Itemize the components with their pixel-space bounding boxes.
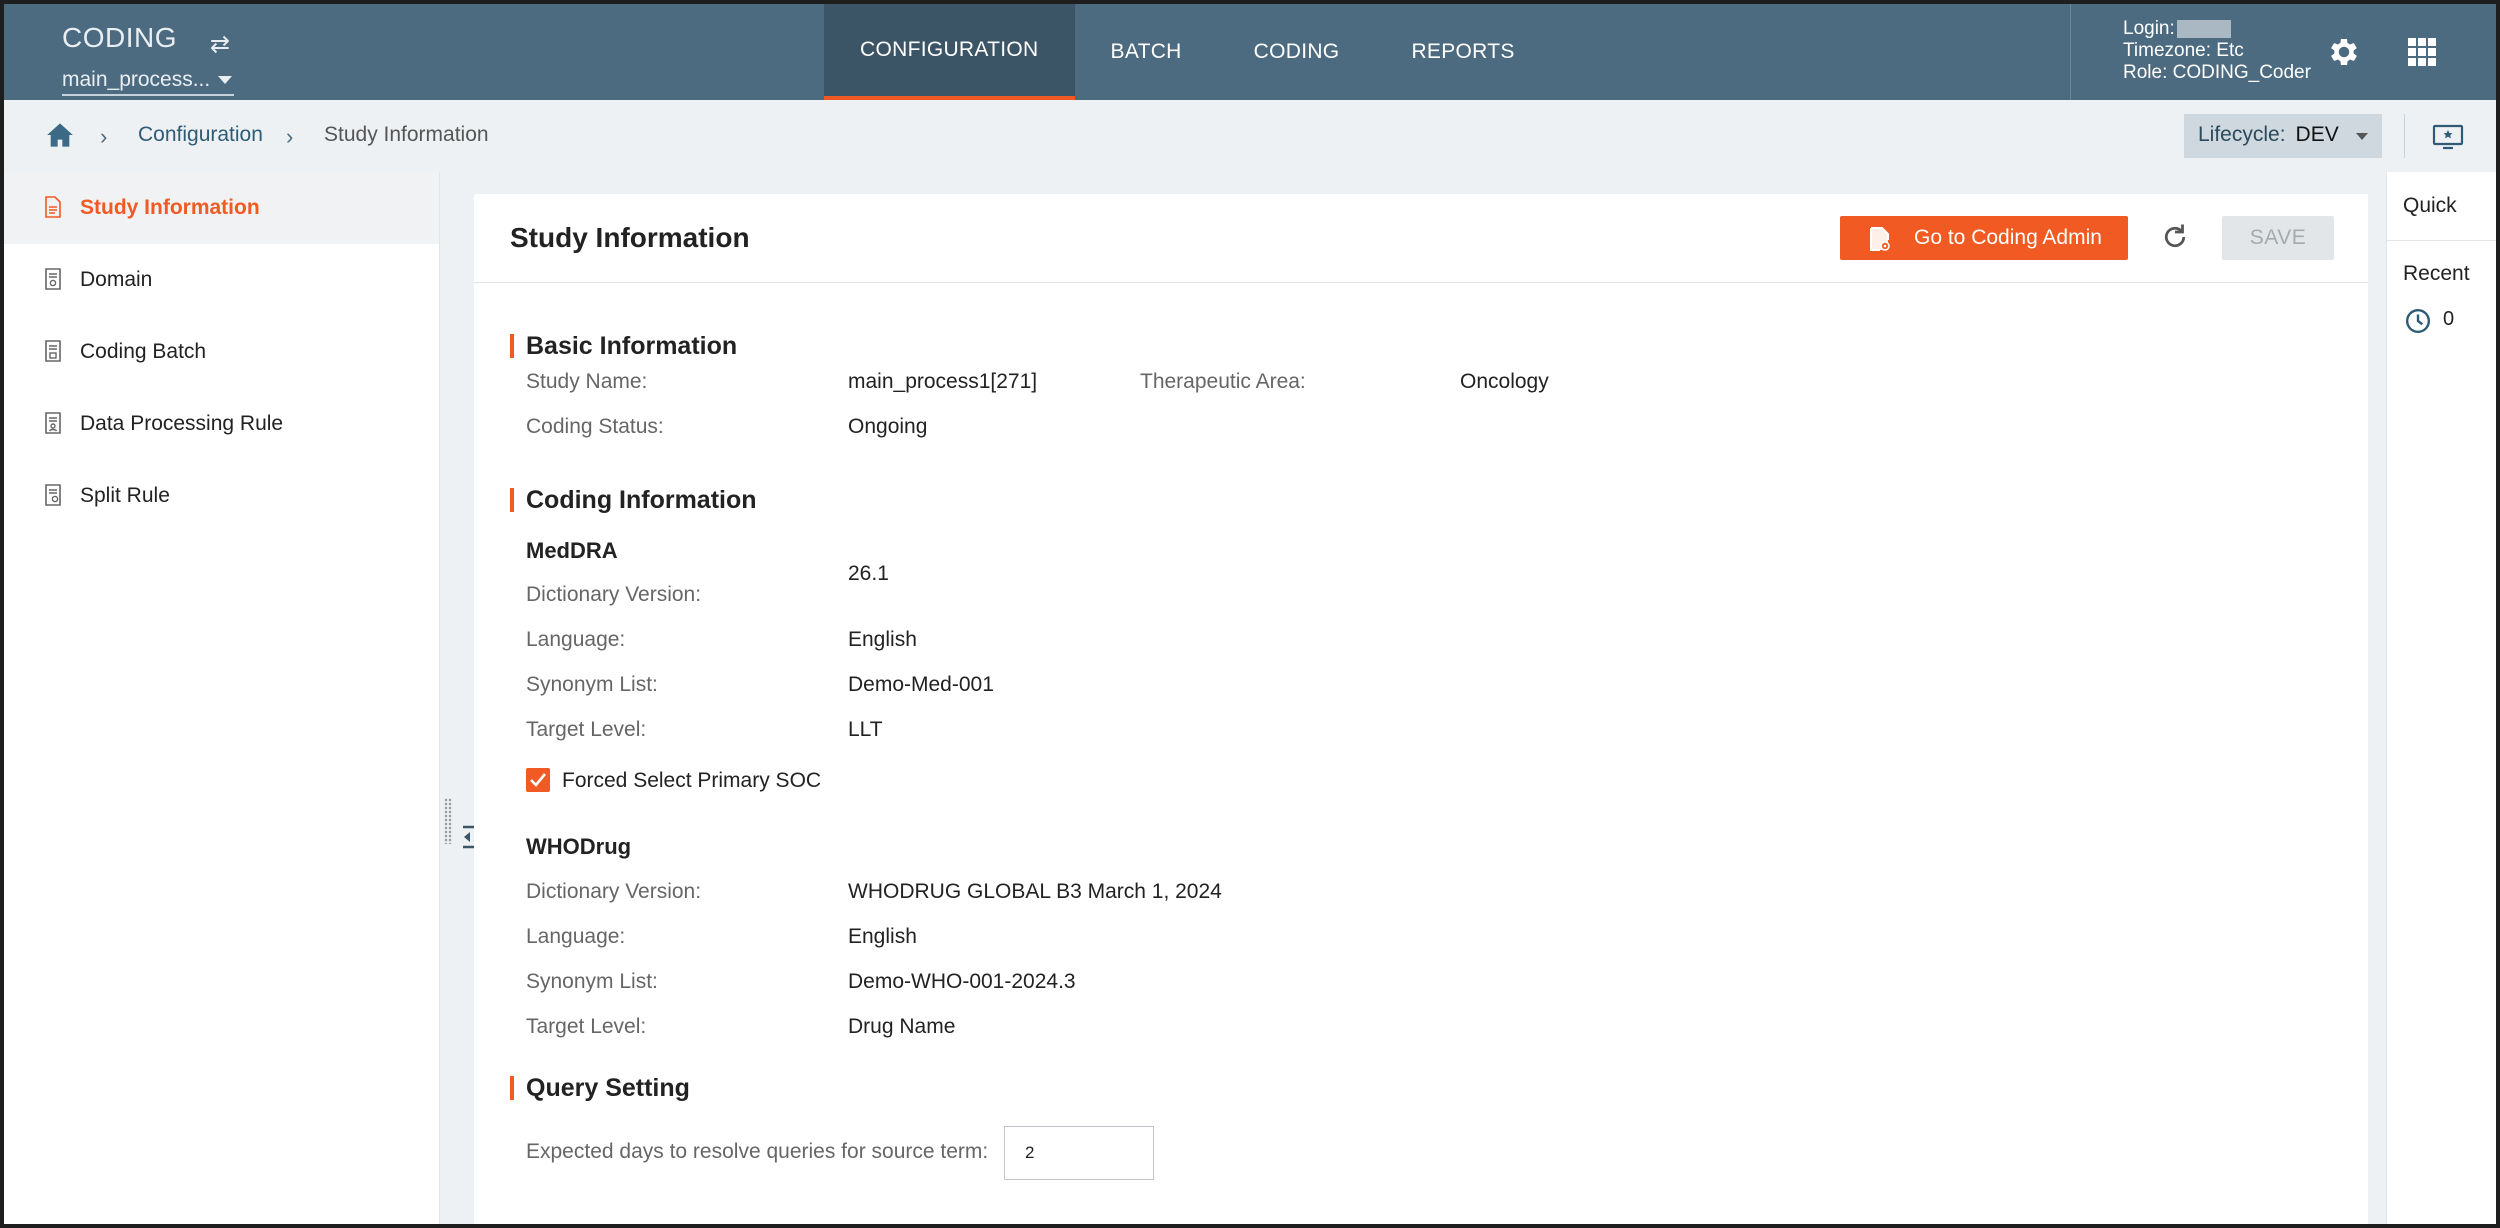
- nav-configuration[interactable]: CONFIGURATION: [824, 4, 1075, 100]
- whodrug-language-label: Language:: [526, 925, 626, 948]
- app-window: CODING ⇄ main_process... CONFIGURATION B…: [0, 0, 2500, 1228]
- meddra-dictionary-version-value: 26.1: [848, 562, 889, 585]
- lifecycle-label: Lifecycle:: [2198, 123, 2286, 146]
- whodrug-heading: WHODrug: [526, 834, 632, 859]
- caret-down-icon: [218, 76, 233, 85]
- checkmark-icon: [530, 773, 547, 787]
- meddra-target-level-label: Target Level:: [526, 718, 647, 741]
- divider: [2387, 240, 2496, 241]
- go-to-coding-admin-label: Go to Coding Admin: [1914, 226, 2102, 249]
- meddra-language-value: English: [848, 628, 917, 651]
- sidebar-item-coding-batch[interactable]: Coding Batch: [4, 316, 439, 388]
- document-search-icon: [45, 268, 61, 290]
- refresh-icon[interactable]: [2160, 222, 2190, 252]
- swap-icon[interactable]: ⇄: [210, 30, 230, 59]
- divider: [2404, 114, 2405, 158]
- whodrug-dictionary-version-value: WHODRUG GLOBAL B3 March 1, 2024: [848, 880, 1222, 903]
- app-switcher: CODING ⇄ main_process...: [62, 22, 234, 96]
- sidebar-item-label: Split Rule: [80, 484, 170, 507]
- top-bar: CODING ⇄ main_process... CONFIGURATION B…: [4, 4, 2496, 100]
- save-button[interactable]: SAVE: [2222, 216, 2334, 260]
- main-nav: CONFIGURATION BATCH CODING REPORTS: [824, 4, 1551, 100]
- nav-batch[interactable]: BATCH: [1075, 4, 1218, 100]
- chevron-right-icon: ›: [286, 124, 294, 149]
- whodrug-language-value: English: [848, 925, 917, 948]
- coding-status-value: Ongoing: [848, 415, 928, 438]
- quick-label[interactable]: Quick: [2403, 194, 2457, 218]
- section-title-basic-information: Basic Information: [510, 334, 737, 359]
- recent-label[interactable]: Recent: [2403, 262, 2470, 286]
- monitor-icon[interactable]: [2432, 124, 2464, 150]
- document-settings-icon: [45, 484, 61, 506]
- gear-icon[interactable]: [2326, 34, 2362, 70]
- lifecycle-value: DEV: [2295, 123, 2339, 146]
- page-title: Study Information: [510, 222, 750, 253]
- sidebar-item-domain[interactable]: Domain: [4, 244, 439, 316]
- whodrug-synonym-list-value: Demo-WHO-001-2024.3: [848, 970, 1076, 993]
- caret-down-icon: [2356, 133, 2368, 140]
- quick-panel: Quick Recent 0: [2386, 172, 2496, 1224]
- login-label: Login:: [2123, 18, 2175, 39]
- apps-grid-icon[interactable]: [2408, 38, 2436, 66]
- divider: [474, 282, 2368, 283]
- forced-select-primary-soc-checkbox[interactable]: [526, 768, 550, 792]
- sidebar-item-label: Study Information: [80, 196, 260, 219]
- sidebar-item-label: Coding Batch: [80, 340, 207, 363]
- study-information-panel: Study Information Go to Coding Admin SAV…: [474, 194, 2368, 1224]
- expected-days-input[interactable]: [1004, 1126, 1154, 1180]
- recent-count: 0: [2443, 308, 2455, 330]
- home-icon[interactable]: [46, 122, 74, 148]
- meddra-synonym-list-value: Demo-Med-001: [848, 673, 994, 696]
- breadcrumb-configuration[interactable]: Configuration: [138, 123, 263, 147]
- document-user-icon: [45, 412, 61, 434]
- file-settings-icon: [1870, 227, 1890, 251]
- study-selector[interactable]: main_process...: [62, 68, 234, 96]
- timezone: Timezone: Etc: [2123, 40, 2244, 61]
- nav-reports[interactable]: REPORTS: [1375, 4, 1550, 100]
- chevron-right-icon: ›: [100, 124, 108, 149]
- forced-select-primary-soc-label[interactable]: Forced Select Primary SOC: [562, 769, 821, 793]
- whodrug-dictionary-version-label: Dictionary Version:: [526, 880, 702, 903]
- section-title-coding-information: Coding Information: [510, 488, 757, 513]
- sidebar-item-label: Data Processing Rule: [80, 412, 284, 435]
- meddra-target-level-value: LLT: [848, 718, 883, 741]
- clock-icon[interactable]: [2405, 308, 2431, 334]
- sidebar-item-label: Domain: [80, 268, 153, 291]
- therapeutic-area-label: Therapeutic Area:: [1140, 370, 1306, 393]
- nav-coding[interactable]: CODING: [1218, 4, 1376, 100]
- breadcrumb-bar: › Configuration › Study Information Life…: [4, 100, 2496, 172]
- document-icon: [45, 340, 61, 362]
- go-to-coding-admin-button[interactable]: Go to Coding Admin: [1840, 216, 2128, 260]
- coding-status-label: Coding Status:: [526, 415, 664, 438]
- meddra-language-label: Language:: [526, 628, 626, 651]
- lifecycle-selector[interactable]: Lifecycle: DEV: [2184, 114, 2382, 158]
- whodrug-target-level-value: Drug Name: [848, 1015, 956, 1038]
- user-info: Login: Timezone: Etc Role: CODING_Coder: [2070, 4, 2311, 100]
- sidebar-item-study-information[interactable]: Study Information: [4, 172, 439, 244]
- study-name-value: main_process1[271]: [848, 370, 1038, 393]
- expected-days-label: Expected days to resolve queries for sou…: [526, 1140, 989, 1163]
- therapeutic-area-value: Oncology: [1460, 370, 1549, 393]
- meddra-heading: MedDRA: [526, 538, 618, 563]
- sidebar-item-data-processing-rule[interactable]: Data Processing Rule: [4, 388, 439, 460]
- sidebar-item-split-rule[interactable]: Split Rule: [4, 460, 439, 532]
- whodrug-target-level-label: Target Level:: [526, 1015, 647, 1038]
- study-selector-value: main_process...: [62, 68, 211, 91]
- study-name-label: Study Name:: [526, 370, 648, 393]
- document-icon: [45, 196, 61, 218]
- breadcrumb-study-information: Study Information: [324, 123, 489, 146]
- meddra-dictionary-version-label: Dictionary Version:: [526, 583, 702, 606]
- section-title-query-setting: Query Setting: [510, 1076, 690, 1101]
- login-redacted: [2176, 19, 2231, 38]
- app-name: CODING: [62, 22, 177, 53]
- login-line: Login:: [2123, 18, 2311, 40]
- resize-handle[interactable]: [444, 798, 452, 844]
- whodrug-synonym-list-label: Synonym List:: [526, 970, 658, 993]
- sidebar: Study Information Domain Coding Batch Da…: [4, 172, 440, 1224]
- meddra-synonym-list-label: Synonym List:: [526, 673, 658, 696]
- role: Role: CODING_Coder: [2123, 62, 2311, 83]
